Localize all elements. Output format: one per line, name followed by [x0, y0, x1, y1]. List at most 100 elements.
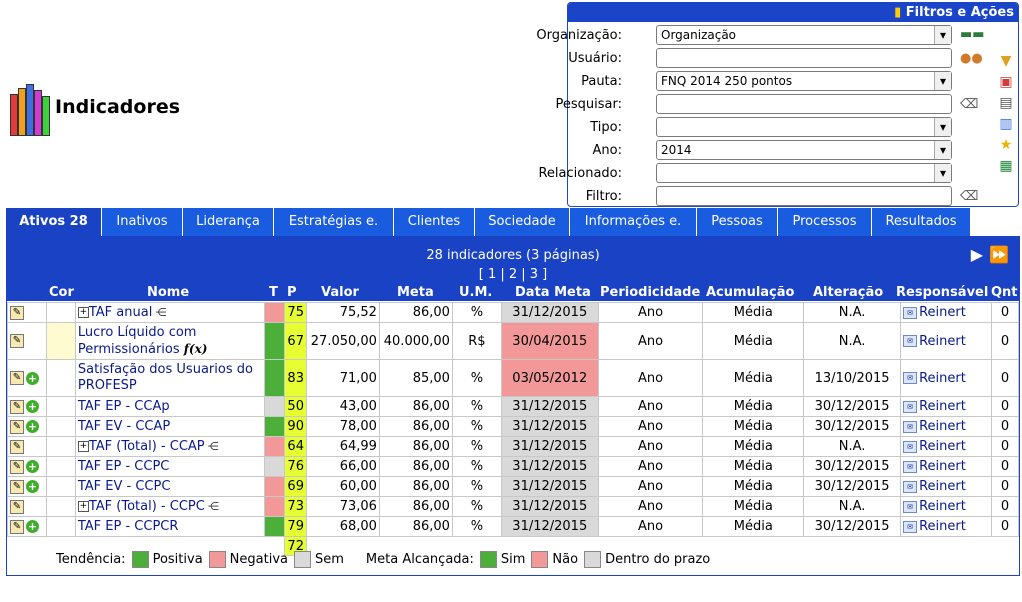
indicator-name-cell[interactable]: + TAF (Total) - CCPC ⋲ [74, 496, 265, 517]
indicator-name[interactable]: TAF anual [89, 305, 152, 320]
mail-icon[interactable]: ✉ [903, 460, 918, 473]
table-row[interactable]: ✎ + TAF EP - CCPCR 79 68,00 86,00% 31/12/2015 A… [7, 516, 1020, 537]
tab-clientes[interactable]: Clientes [394, 208, 475, 236]
indicator-name-cell[interactable]: TAF EV - CCAP [74, 416, 265, 437]
mail-icon[interactable]: ✉ [903, 440, 918, 453]
responsible-name[interactable]: Reinert [919, 519, 966, 534]
edit-icon[interactable]: ✎ [10, 371, 24, 385]
indicator-name[interactable]: TAF (Total) - CCAP [89, 439, 205, 454]
pauta-select[interactable]: FNQ 2014 250 pontos [656, 71, 952, 91]
tab-informacoes[interactable]: Informações e. [570, 208, 697, 236]
indicator-name[interactable]: TAF EV - CCPC [78, 479, 171, 494]
indicator-name[interactable]: Satisfação dos Usuarios do PROFESP [78, 362, 253, 393]
next-page-icon[interactable]: ▶ [971, 245, 989, 264]
filtro-input[interactable] [656, 186, 952, 206]
responsible-cell[interactable]: ✉ Reinert [900, 416, 992, 437]
print-icon[interactable]: ▤ [996, 95, 1016, 116]
edit-icon[interactable]: ✎ [10, 499, 24, 514]
gift-icon[interactable]: ▣ [996, 74, 1016, 95]
col-alteracao[interactable]: Alteração [813, 285, 883, 300]
chart-settings-icon[interactable]: ▥ [996, 116, 1016, 137]
responsible-name[interactable]: Reinert [919, 479, 966, 494]
table-row[interactable]: ✎ + TAF EP - CCAp 50 43,00 86,00% 31/12/2015 An… [7, 396, 1020, 417]
relacionado-select[interactable] [656, 163, 952, 183]
tab-inativos[interactable]: Inativos [102, 208, 183, 236]
col-periodicidade[interactable]: Periodicidade [600, 285, 700, 300]
responsible-cell[interactable]: ✉ Reinert [900, 322, 992, 360]
tree-icon[interactable]: ⋲ [155, 306, 166, 319]
col-nome[interactable]: Nome [147, 285, 189, 300]
col-acumulacao[interactable]: Acumulação [706, 285, 794, 300]
mail-icon[interactable]: ✉ [903, 420, 918, 433]
tree-icon[interactable]: ⋲ [208, 500, 219, 513]
users-icon[interactable]: ●● [960, 51, 983, 66]
col-data-meta[interactable]: Data Meta [515, 285, 591, 300]
tree-icon[interactable]: ⋲ [208, 440, 219, 453]
expand-icon[interactable]: + [77, 500, 89, 512]
responsible-cell[interactable]: ✉ Reinert [900, 516, 992, 537]
indicator-name[interactable]: Lucro Líquido com Permissionários [78, 325, 197, 357]
indicator-name[interactable]: TAF EP - CCAp [78, 399, 170, 414]
table-row[interactable]: ✎ Lucro Líquido com Permissionários f(x) 6… [7, 322, 1020, 360]
star-icon[interactable]: ★ [996, 137, 1016, 158]
indicator-name-cell[interactable]: TAF EV - CCPC [74, 476, 265, 497]
pagination[interactable]: [ 1 | 2 | 3 ] [7, 267, 1019, 282]
col-responsavel[interactable]: Responsável [896, 285, 988, 300]
responsible-cell[interactable]: ✉ Reinert [900, 456, 992, 477]
usuario-input[interactable] [656, 48, 952, 68]
responsible-cell[interactable]: ✉ Reinert [900, 496, 992, 517]
indicator-name-cell[interactable]: + TAF anual ⋲ [74, 302, 265, 323]
table-row[interactable]: ✎ + TAF (Total) - CCPC ⋲ 73 73,06 86,00% 31/12/… [7, 496, 1020, 517]
add-icon[interactable]: + [26, 460, 39, 473]
ano-select[interactable]: 2014 [656, 140, 952, 160]
add-icon[interactable]: + [26, 371, 39, 385]
add-icon[interactable]: + [26, 420, 39, 433]
col-cor[interactable]: Cor [49, 285, 74, 300]
mail-icon[interactable]: ✉ [903, 400, 918, 413]
edit-icon[interactable]: ✎ [10, 459, 24, 474]
clear-filter-icon[interactable]: ⌫ [960, 189, 978, 204]
table-row[interactable]: ✎ + TAF EP - CCPC 76 66,00 86,00% 31/12/2015 An… [7, 456, 1020, 477]
responsible-cell[interactable]: ✉ Reinert [900, 302, 992, 323]
indicator-name-cell[interactable]: TAF EP - CCAp [74, 396, 265, 417]
tab-ativos[interactable]: Ativos 28 [6, 208, 102, 236]
col-t[interactable]: T [269, 285, 278, 300]
responsible-name[interactable]: Reinert [919, 334, 966, 349]
edit-icon[interactable]: ✎ [10, 305, 24, 320]
clear-search-icon[interactable]: ⌫ [960, 97, 978, 112]
responsible-name[interactable]: Reinert [919, 439, 966, 454]
add-icon[interactable]: + [26, 520, 39, 533]
edit-icon[interactable]: ✎ [10, 439, 24, 454]
responsible-name[interactable]: Reinert [919, 305, 966, 320]
excel-icon[interactable]: ▦ [996, 158, 1016, 179]
indicator-name-cell[interactable]: Satisfação dos Usuarios do PROFESP [74, 359, 265, 397]
edit-icon[interactable]: ✎ [10, 519, 24, 534]
responsible-name[interactable]: Reinert [919, 399, 966, 414]
col-valor[interactable]: Valor [321, 285, 359, 300]
edit-icon[interactable]: ✎ [10, 419, 24, 434]
responsible-cell[interactable]: ✉ Reinert [900, 476, 992, 497]
tab-resultados[interactable]: Resultados [872, 208, 971, 236]
mail-icon[interactable]: ✉ [903, 372, 918, 384]
mail-icon[interactable]: ✉ [903, 306, 918, 319]
formula-icon[interactable]: f(x) [184, 342, 208, 356]
expand-icon[interactable]: + [77, 306, 89, 318]
responsible-name[interactable]: Reinert [919, 419, 966, 434]
responsible-name[interactable]: Reinert [919, 371, 966, 386]
edit-icon[interactable]: ✎ [10, 479, 24, 494]
indicator-name-cell[interactable]: TAF EP - CCPCR [74, 516, 265, 537]
expand-icon[interactable]: + [77, 440, 89, 452]
responsible-cell[interactable]: ✉ Reinert [900, 436, 992, 457]
mail-icon[interactable]: ✉ [903, 500, 918, 513]
indicator-name-cell[interactable]: TAF EP - CCPC [74, 456, 265, 477]
mail-icon[interactable]: ✉ [903, 335, 918, 347]
mail-icon[interactable]: ✉ [903, 520, 918, 533]
responsible-name[interactable]: Reinert [919, 459, 966, 474]
edit-icon[interactable]: ✎ [10, 399, 24, 414]
col-um[interactable]: U.M. [459, 285, 492, 300]
col-qnt[interactable]: Qnt [991, 285, 1018, 300]
indicator-name[interactable]: TAF (Total) - CCPC [89, 499, 205, 514]
last-page-icon[interactable]: ⏩ [989, 245, 1015, 264]
tab-pessoas[interactable]: Pessoas [697, 208, 778, 236]
org-tree-icon[interactable]: ▬▬ [960, 27, 985, 42]
